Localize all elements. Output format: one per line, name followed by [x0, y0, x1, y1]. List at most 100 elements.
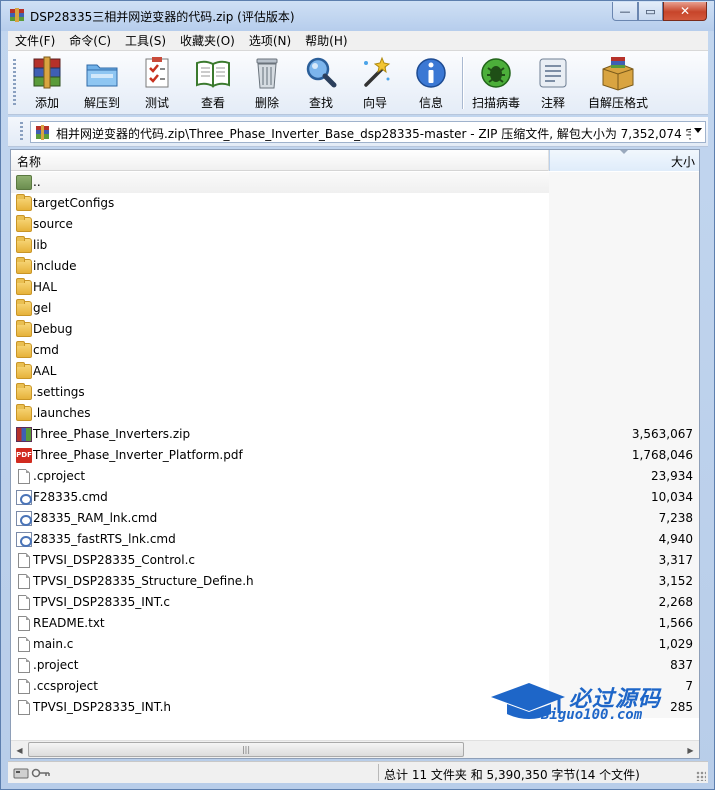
file-name: .project	[33, 658, 79, 672]
table-row[interactable]: .launches	[11, 403, 699, 424]
folder-icon	[16, 341, 32, 358]
folder-icon	[16, 383, 32, 400]
scan-virus-button[interactable]: 扫描病毒	[470, 55, 522, 111]
pdf-icon: PDF	[16, 448, 32, 463]
file-name: Debug	[33, 322, 73, 336]
extract-folder-icon	[86, 64, 118, 87]
file-name: .launches	[33, 406, 91, 420]
file-size: 2,268	[658, 595, 693, 609]
file-name: source	[33, 217, 73, 231]
watermark-logo: 必过源码 Biguo100.com	[489, 677, 699, 727]
horizontal-scrollbar[interactable]: ◀ ||| ▶	[11, 740, 699, 758]
view-book-icon	[196, 60, 230, 88]
table-row[interactable]: .cproject 23,934	[11, 466, 699, 487]
delete-label: 删除	[254, 96, 279, 110]
table-row[interactable]: README.txt 1,566	[11, 613, 699, 634]
size-cell-background	[549, 235, 699, 256]
table-row[interactable]: Three_Phase_Inverters.zip 3,563,067	[11, 424, 699, 445]
close-button[interactable]: ✕	[663, 2, 707, 21]
winrar-app-icon	[10, 8, 24, 22]
file-icon	[18, 679, 30, 694]
test-button[interactable]: 测试	[138, 55, 176, 111]
table-row[interactable]: 28335_fastRTS_lnk.cmd 4,940	[11, 529, 699, 550]
folder-icon	[16, 257, 32, 274]
delete-button[interactable]: 删除	[248, 55, 286, 111]
extract-to-button[interactable]: 解压到	[80, 55, 124, 111]
parent-folder-row[interactable]: ..	[11, 172, 699, 193]
scan-virus-label: 扫描病毒	[471, 96, 520, 110]
test-label: 测试	[144, 96, 169, 110]
maximize-button[interactable]: ▭	[638, 2, 663, 21]
file-size: 1,029	[658, 637, 693, 651]
toolbar-grip[interactable]	[13, 59, 16, 107]
dropdown-arrow-icon[interactable]	[694, 128, 702, 133]
file-icon	[18, 553, 30, 568]
menu-favorites[interactable]: 收藏夹(O)	[173, 32, 242, 49]
file-name: Three_Phase_Inverters.zip	[33, 427, 191, 441]
file-rows: .. targetConfigs source lib include HAL gel Deb…	[11, 172, 699, 718]
minimize-button[interactable]: —	[612, 2, 638, 21]
folder-icon	[16, 236, 32, 253]
info-label: 信息	[418, 96, 443, 110]
file-name: F28335.cmd	[33, 490, 108, 504]
menu-tools[interactable]: 工具(S)	[118, 32, 173, 49]
title-bar[interactable]: DSP28335三相并网逆变器的代码.zip (评估版本) — ▭ ✕	[1, 1, 714, 31]
extract-to-label: 解压到	[83, 96, 120, 110]
find-button[interactable]: 查找	[302, 55, 340, 111]
column-header: 名称 大小	[11, 150, 699, 171]
file-icon	[18, 637, 30, 652]
table-row[interactable]: cmd	[11, 340, 699, 361]
sfx-box-icon	[602, 57, 634, 91]
table-row[interactable]: main.c 1,029	[11, 634, 699, 655]
file-name: gel	[33, 301, 52, 315]
info-button[interactable]: 信息	[412, 55, 450, 111]
column-name-header[interactable]: 名称	[11, 150, 549, 171]
table-row[interactable]: PDF Three_Phase_Inverter_Platform.pdf 1,76…	[11, 445, 699, 466]
table-row[interactable]: lib	[11, 235, 699, 256]
magnifier-icon	[306, 57, 337, 88]
table-row[interactable]: gel	[11, 298, 699, 319]
menu-options[interactable]: 选项(N)	[242, 32, 298, 49]
size-cell-background	[549, 298, 699, 319]
scroll-left-icon[interactable]: ◀	[11, 742, 28, 758]
file-name: Three_Phase_Inverter_Platform.pdf	[33, 448, 243, 462]
status-summary: 总计 11 文件夹 和 5,390,350 字节(14 个文件)	[384, 768, 640, 782]
view-button[interactable]: 查看	[192, 55, 234, 111]
menu-help[interactable]: 帮助(H)	[298, 32, 354, 49]
menu-commands[interactable]: 命令(C)	[62, 32, 118, 49]
file-icon	[18, 574, 30, 589]
file-list: 名称 大小 .. targetConfigs source lib include HAL…	[10, 149, 700, 759]
menu-file[interactable]: 文件(F)	[8, 32, 62, 49]
folder-icon	[16, 362, 32, 379]
size-cell-background	[549, 256, 699, 277]
scrollbar-thumb[interactable]: |||	[28, 742, 464, 757]
table-row[interactable]: include	[11, 256, 699, 277]
scroll-right-icon[interactable]: ▶	[682, 742, 699, 758]
comment-button[interactable]: 注释	[534, 55, 572, 111]
table-row[interactable]: .settings	[11, 382, 699, 403]
table-row[interactable]: targetConfigs	[11, 193, 699, 214]
table-row[interactable]: TPVSI_DSP28335_Structure_Define.h 3,152	[11, 571, 699, 592]
add-button[interactable]: 添加	[28, 55, 66, 111]
file-size: 7,238	[658, 511, 693, 525]
window-title: DSP28335三相并网逆变器的代码.zip (评估版本)	[30, 10, 295, 24]
sfx-button[interactable]: 自解压格式	[586, 55, 650, 111]
table-row[interactable]: F28335.cmd 10,034	[11, 487, 699, 508]
file-name: cmd	[33, 343, 59, 357]
resize-grip[interactable]	[696, 771, 706, 781]
wizard-button[interactable]: 向导	[356, 55, 394, 111]
address-grip[interactable]	[20, 122, 23, 142]
address-field[interactable]: 相并网逆变器的代码.zip\Three_Phase_Inverter_Base_…	[30, 121, 706, 143]
table-row[interactable]: 28335_RAM_lnk.cmd 7,238	[11, 508, 699, 529]
table-row[interactable]: HAL	[11, 277, 699, 298]
file-name: main.c	[33, 637, 74, 651]
table-row[interactable]: TPVSI_DSP28335_Control.c 3,317	[11, 550, 699, 571]
table-row[interactable]: .project 837	[11, 655, 699, 676]
table-row[interactable]: TPVSI_DSP28335_INT.c 2,268	[11, 592, 699, 613]
table-row[interactable]: Debug	[11, 319, 699, 340]
size-cell-background	[549, 193, 699, 214]
table-row[interactable]: AAL	[11, 361, 699, 382]
file-name: TPVSI_DSP28335_INT.h	[33, 700, 172, 714]
table-row[interactable]: source	[11, 214, 699, 235]
file-icon	[18, 700, 30, 715]
